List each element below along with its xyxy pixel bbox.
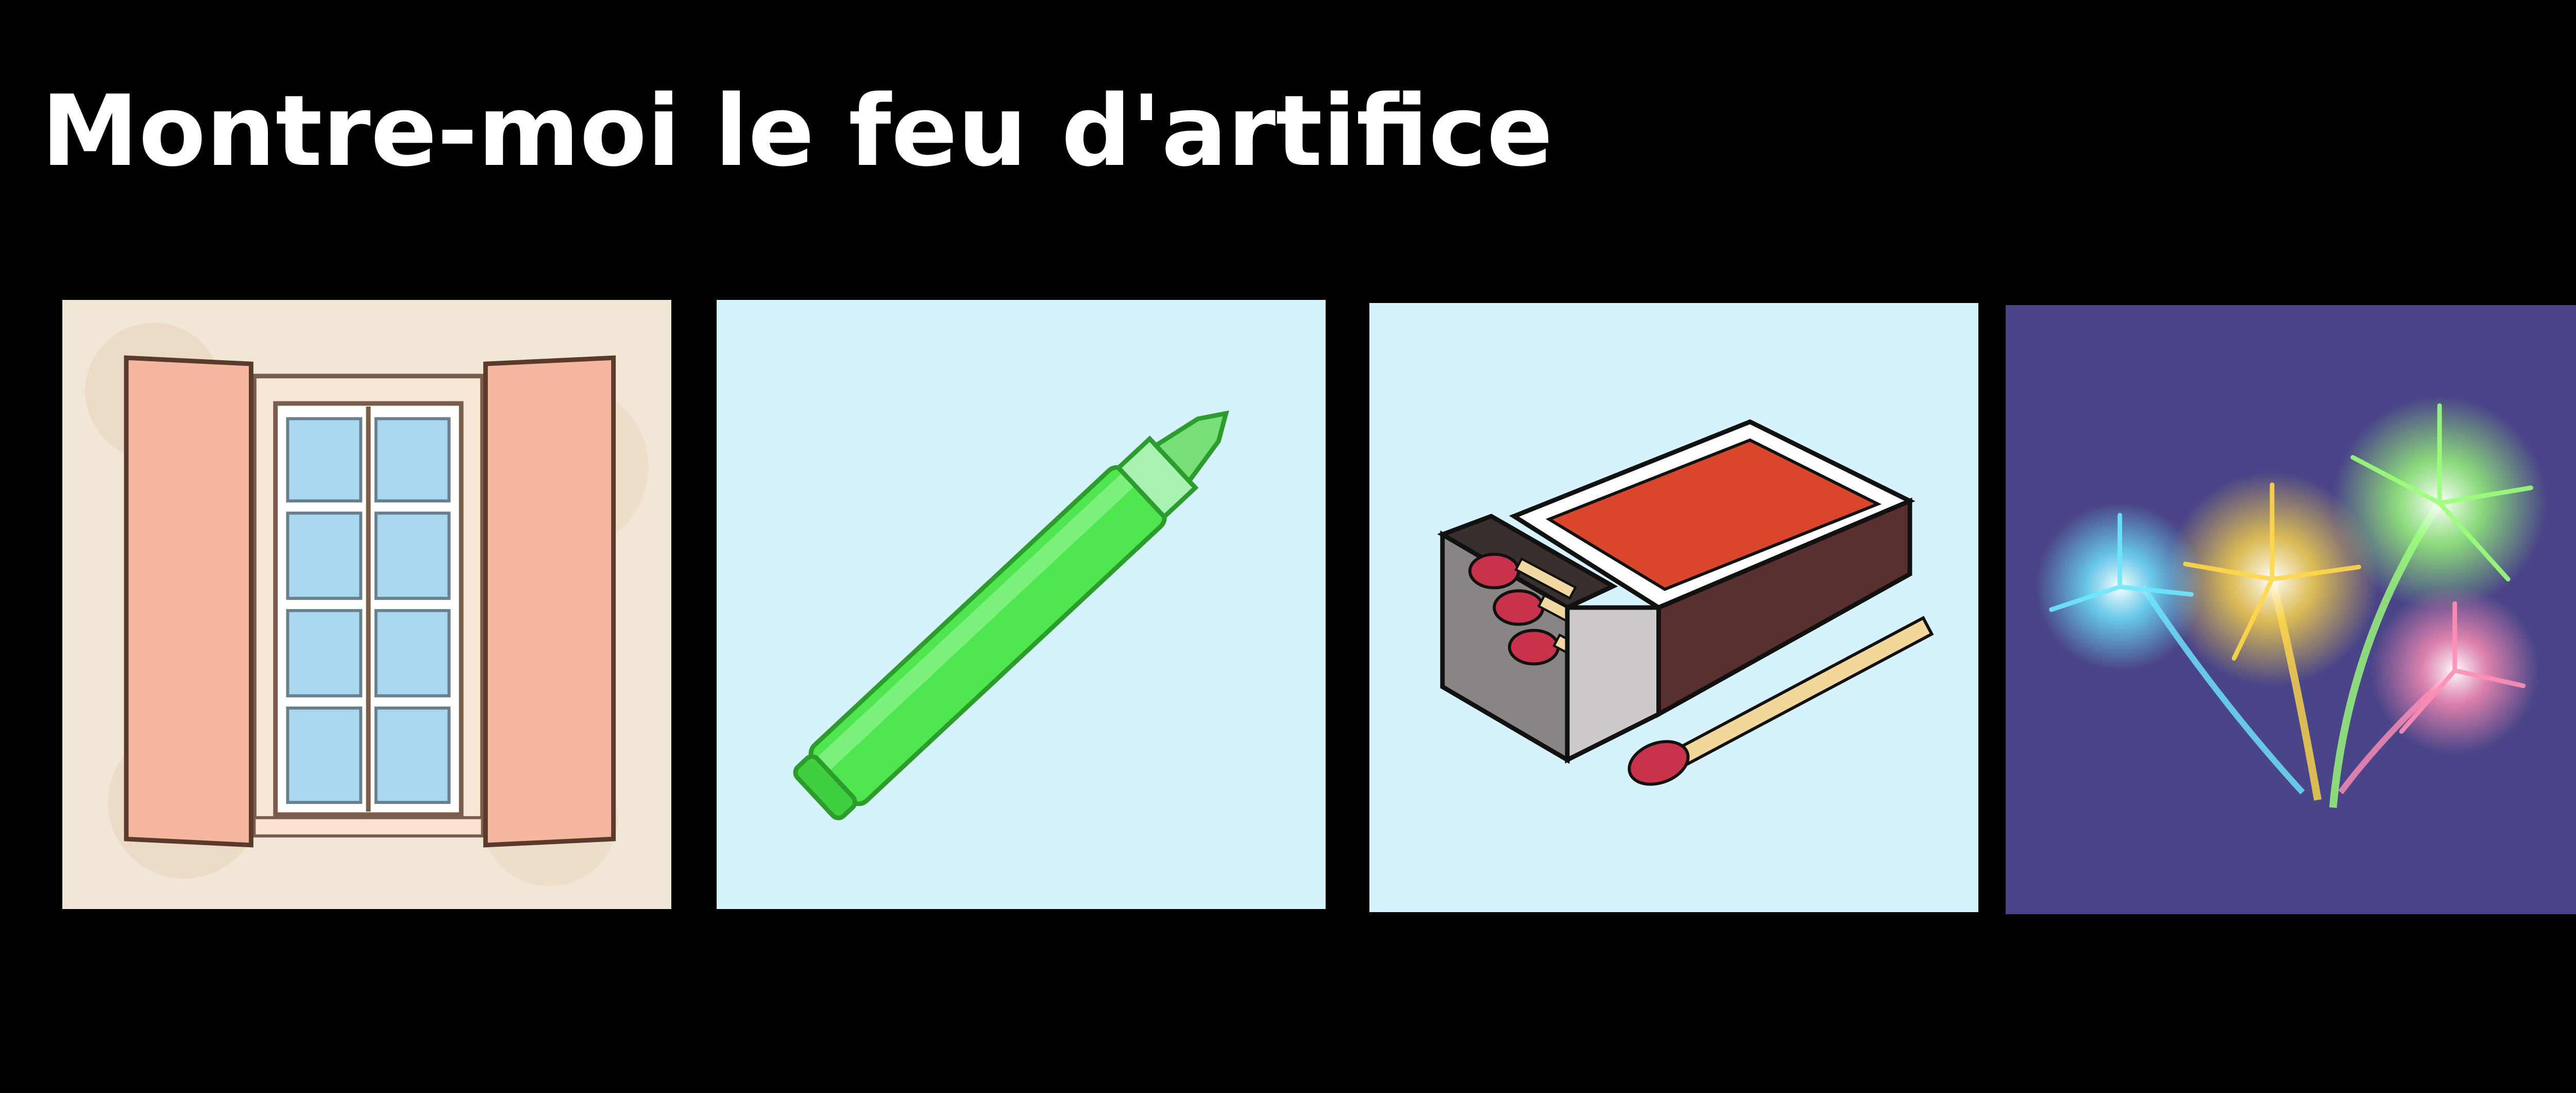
matchbox-icon xyxy=(1369,303,1978,912)
page-title: Montre-moi le feu d'artifice xyxy=(41,74,1553,188)
choice-card-window[interactable] xyxy=(62,300,671,909)
choice-card-fireworks[interactable] xyxy=(2006,305,2576,914)
choice-card-marker[interactable] xyxy=(717,300,1326,909)
marker-icon xyxy=(717,300,1326,909)
fireworks-icon xyxy=(2006,305,2576,914)
window-icon xyxy=(62,300,671,909)
choice-card-matches[interactable] xyxy=(1369,303,1978,912)
